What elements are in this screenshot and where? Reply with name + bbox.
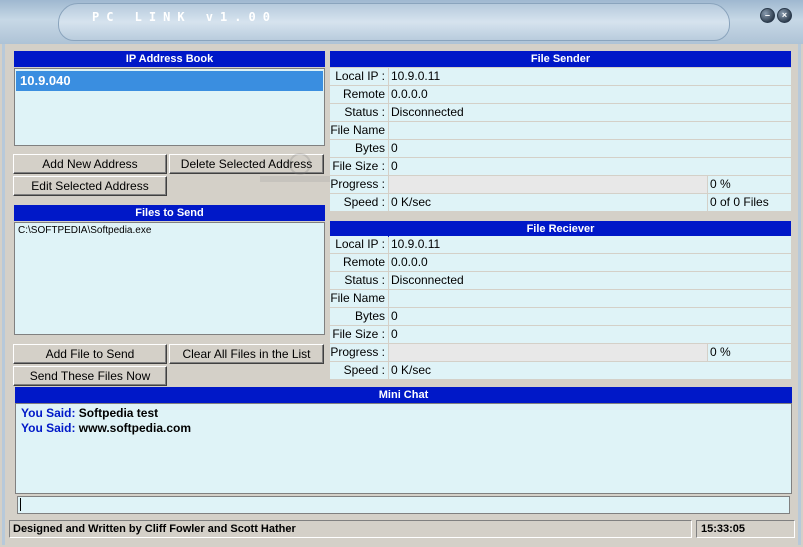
sender-remote-ip-value: 0.0.0.0: [389, 86, 791, 103]
sender-status-value: Disconnected: [389, 104, 791, 121]
sender-file-name-label: File Name :: [330, 122, 388, 154]
receiver-bytes-row: Bytes Sent : 0: [330, 308, 791, 340]
receiver-file-name-row: File Name :: [330, 290, 791, 322]
sender-progress-bar: [389, 176, 707, 193]
file-receiver-header: File Reciever: [330, 221, 791, 237]
sender-status-label: Status :: [330, 104, 388, 121]
receiver-speed-label: Speed :: [330, 362, 388, 379]
receiver-remote-ip-row: Remote IP : 0.0.0.0: [330, 254, 791, 286]
chat-input[interactable]: [17, 496, 790, 514]
receiver-local-ip-label: Local IP :: [330, 236, 388, 253]
sender-file-size-row: File Size : 0: [330, 158, 791, 175]
sender-speed-row: Speed : 0 K/sec 0 of 0 Files: [330, 194, 791, 211]
receiver-file-name-value: [389, 290, 791, 307]
files-header: Files to Send: [14, 205, 325, 221]
close-icon[interactable]: ×: [777, 8, 792, 23]
text-caret: [20, 498, 21, 511]
clock-text: 15:33:05: [696, 520, 795, 538]
file-sender-header: File Sender: [330, 51, 791, 67]
title-bar[interactable]: PC LINK v1.00 – ×: [0, 0, 803, 44]
sender-file-name-row: File Name :: [330, 122, 791, 154]
receiver-progress-label: Progress :: [330, 344, 388, 361]
receiver-status-value: Disconnected: [389, 272, 791, 289]
sender-status-row: Status : Disconnected: [330, 104, 791, 121]
file-list-item[interactable]: C:\SOFTPEDIA\Softpedia.exe: [18, 225, 151, 236]
sender-local-ip-row: Local IP : 10.9.0.11: [330, 68, 791, 85]
receiver-status-label: Status :: [330, 272, 388, 289]
chat-text: www.softpedia.com: [75, 421, 192, 435]
files-list[interactable]: C:\SOFTPEDIA\Softpedia.exe: [14, 222, 325, 335]
sender-progress-row: Progress : 0 %: [330, 176, 791, 193]
receiver-speed-row: Speed : 0 K/sec: [330, 362, 791, 379]
sender-file-size-value: 0: [389, 158, 791, 175]
status-bar: Designed and Written by Cliff Fowler and…: [9, 520, 795, 538]
sender-progress-label: Progress :: [330, 176, 388, 193]
sender-file-size-label: File Size :: [330, 158, 388, 175]
clear-files-button[interactable]: Clear All Files in the List: [169, 344, 324, 364]
sender-speed-label: Speed :: [330, 194, 388, 211]
receiver-file-size-label: File Size :: [330, 326, 388, 343]
receiver-remote-ip-value: 0.0.0.0: [389, 254, 791, 271]
receiver-file-size-value: 0: [389, 326, 791, 343]
chat-log[interactable]: You Said: Softpedia test You Said: www.s…: [15, 403, 792, 494]
chat-sender: You Said:: [21, 421, 76, 435]
address-list[interactable]: 10.9.040: [14, 68, 325, 146]
edit-address-button[interactable]: Edit Selected Address: [13, 176, 167, 196]
sender-progress-text: 0 %: [708, 176, 791, 193]
sender-remote-ip-label: Remote IP :: [330, 86, 388, 118]
sender-file-name-value: [389, 122, 791, 139]
sender-files-count: 0 of 0 Files: [708, 194, 791, 211]
receiver-file-name-label: File Name :: [330, 290, 388, 322]
credits-text: Designed and Written by Cliff Fowler and…: [9, 520, 692, 538]
receiver-local-ip-value: 10.9.0.11: [389, 236, 791, 253]
receiver-progress-row: Progress : 0 %: [330, 344, 791, 361]
sender-bytes-sent-label: Bytes Sent :: [330, 140, 388, 172]
sender-local-ip-value: 10.9.0.11: [389, 68, 791, 85]
minimize-icon[interactable]: –: [760, 8, 775, 23]
sender-local-ip-label: Local IP :: [330, 68, 388, 85]
receiver-progress-text: 0 %: [708, 344, 791, 361]
receiver-bytes-label: Bytes Sent :: [330, 308, 388, 340]
receiver-speed-value: 0 K/sec: [389, 362, 791, 379]
add-file-button[interactable]: Add File to Send: [13, 344, 167, 364]
chat-text: Softpedia test: [75, 406, 159, 420]
chat-sender: You Said:: [21, 406, 76, 420]
chat-message: You Said: www.softpedia.com: [21, 421, 191, 435]
address-book-header: IP Address Book: [14, 51, 325, 67]
receiver-local-ip-row: Local IP : 10.9.0.11: [330, 236, 791, 253]
sender-speed-value: 0 K/sec: [389, 194, 707, 211]
receiver-remote-ip-label: Remote IP :: [330, 254, 388, 286]
sender-remote-ip-row: Remote IP : 0.0.0.0: [330, 86, 791, 118]
chat-message: You Said: Softpedia test: [21, 406, 158, 420]
receiver-bytes-value: 0: [389, 308, 791, 325]
window-title: PC LINK v1.00: [92, 10, 277, 24]
sender-bytes-sent-value: 0: [389, 140, 791, 157]
sender-bytes-sent-row: Bytes Sent : 0: [330, 140, 791, 172]
receiver-status-row: Status : Disconnected: [330, 272, 791, 289]
add-address-button[interactable]: Add New Address: [13, 154, 167, 174]
receiver-progress-bar: [389, 344, 707, 361]
send-files-button[interactable]: Send These Files Now: [13, 366, 167, 386]
receiver-file-size-row: File Size : 0: [330, 326, 791, 343]
address-list-item[interactable]: 10.9.040: [16, 71, 323, 91]
mini-chat-header: Mini Chat: [15, 387, 792, 403]
